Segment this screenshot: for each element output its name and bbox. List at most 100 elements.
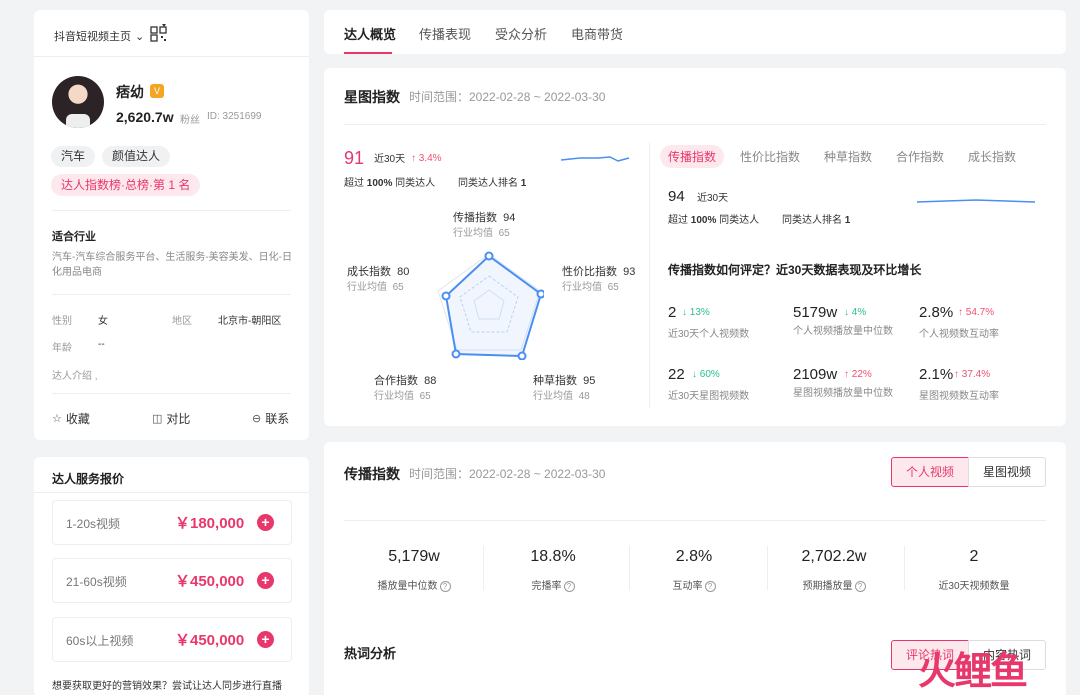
divider — [344, 520, 1046, 521]
spread-index-beat: 超过 100% 同类达人 — [668, 215, 760, 226]
region-label: 地区 — [172, 316, 192, 327]
metric-change: ↑ 54.7% — [958, 307, 995, 318]
radar-label: 性价比指数 93 — [562, 266, 636, 278]
radar-avg: 行业均值 65 — [347, 282, 404, 293]
tab-overview[interactable]: 达人概览 — [344, 24, 396, 43]
rank-tag[interactable]: 达人指数榜·总榜·第 1 名 — [51, 174, 201, 196]
stat-label: 完播率? — [483, 577, 623, 592]
price-row: 21-60s视频 ￥450,000 + — [52, 558, 292, 603]
help-icon[interactable]: ? — [704, 581, 716, 592]
stat-value: 2,702.2w — [801, 548, 867, 565]
vip-badge-icon: V — [150, 84, 164, 98]
pricing-footer-link[interactable]: 想要获取更好的营销效果？尝试让达人同步进行直播 — [52, 677, 282, 692]
radar-avg: 行业均值 65 — [562, 282, 619, 293]
fans-count: 2,620.7w — [116, 109, 174, 125]
chat-icon: ⊖ — [252, 413, 262, 425]
divider — [649, 143, 650, 408]
industry-text: 汽车-汽车综合服务平台、生活服务-美容美发、日化-日化用品电商 — [52, 252, 292, 278]
metric-change: ↑ 22% — [844, 369, 872, 380]
metric-value: 2109w — [793, 366, 838, 383]
add-to-cart-button[interactable]: + — [257, 572, 274, 589]
star-period: 近30天 — [374, 154, 406, 165]
favorite-label: 收藏 — [65, 412, 90, 426]
platform-selector[interactable]: 抖音短视频主页 ⌄ — [54, 28, 144, 44]
tab-ecommerce[interactable]: 电商带货 — [571, 24, 623, 43]
subtab-value-index[interactable]: 性价比指数 — [740, 148, 800, 165]
stat-value: 2 — [969, 548, 979, 565]
stat-label: 预期播放量? — [764, 577, 904, 592]
user-id: ID: 3251699 — [207, 111, 262, 122]
star-beat: 超过 100% 同类达人 — [344, 178, 436, 189]
price-duration: 21-60s视频 — [66, 575, 127, 589]
tab-audience[interactable]: 受众分析 — [495, 24, 547, 43]
subtab-cooperation-index[interactable]: 合作指数 — [896, 148, 944, 165]
metric-value: 2.8% — [919, 304, 954, 321]
stat-value: 18.8% — [530, 548, 576, 565]
price-row: 60s以上视频 ￥450,000 + — [52, 617, 292, 662]
price-duration: 1-20s视频 — [66, 517, 121, 531]
help-icon[interactable]: ? — [854, 581, 866, 592]
star-trend-sparkline — [560, 156, 630, 162]
metric-label: 个人视频数互动率 — [919, 329, 999, 340]
category-tag: 汽车 — [51, 146, 96, 167]
gender-value: 女 — [98, 316, 108, 327]
hotword-title: 热词分析 — [344, 646, 397, 661]
radar-label: 传播指数 94 — [453, 212, 516, 224]
subtab-seeding-index[interactable]: 种草指数 — [824, 148, 872, 165]
active-tab-indicator — [344, 52, 392, 54]
add-to-cart-button[interactable]: + — [257, 631, 274, 648]
subtab-growth-index[interactable]: 成长指数 — [968, 148, 1016, 165]
age-value: -- — [98, 339, 105, 350]
star-score: 91 — [344, 148, 365, 168]
price-value: ￥450,000 — [175, 632, 245, 649]
favorite-button[interactable]: ☆ 收藏 — [52, 410, 90, 427]
contact-label: 联系 — [265, 412, 290, 426]
star-icon: ☆ — [52, 413, 62, 425]
personal-video-toggle[interactable]: 个人视频 — [891, 457, 969, 487]
tab-spread[interactable]: 传播表现 — [419, 24, 471, 43]
divider — [52, 294, 291, 295]
price-duration: 60s以上视频 — [66, 634, 134, 648]
compare-label: 对比 — [166, 412, 191, 426]
price-value: ￥180,000 — [175, 515, 245, 532]
spread-time-range: 时间范围：2022-02-28 ~ 2022-03-30 — [409, 467, 606, 481]
watermark-logo: 火鲤鱼 — [918, 651, 1028, 693]
contact-button[interactable]: ⊖ 联系 — [252, 410, 289, 427]
chevron-down-icon: ⌄ — [135, 30, 145, 43]
star-index-title: 星图指数 — [344, 89, 400, 105]
metric-label: 星图视频播放量中位数 — [793, 388, 893, 399]
star-video-toggle[interactable]: 星图视频 — [968, 457, 1046, 487]
region-value: 北京市-朝阳区 — [218, 316, 282, 327]
evaluation-question: 传播指数如何评定？近30天数据表现及环比增长 — [668, 263, 922, 277]
metric-change: ↓ 60% — [692, 369, 720, 380]
divider — [52, 210, 291, 211]
star-index-card: 星图指数 时间范围：2022-02-28 ~ 2022-03-30 91 近30… — [324, 68, 1066, 426]
compare-button[interactable]: ◫ 对比 — [152, 410, 190, 427]
add-to-cart-button[interactable]: + — [257, 514, 274, 531]
price-row: 1-20s视频 ￥180,000 + — [52, 500, 292, 545]
spread-index-score: 94 — [668, 188, 685, 205]
industry-title: 适合行业 — [52, 231, 96, 243]
radar-label: 种草指数 95 — [533, 375, 596, 387]
star-time-range: 时间范围：2022-02-28 ~ 2022-03-30 — [409, 90, 606, 104]
subtab-spread-index[interactable]: 传播指数 — [660, 145, 725, 168]
metric-label: 近30天个人视频数 — [668, 329, 750, 340]
help-icon[interactable]: ? — [563, 581, 575, 592]
metric-change: ↓ 13% — [682, 307, 710, 318]
divider — [34, 56, 309, 57]
radar-avg: 行业均值 48 — [533, 391, 590, 402]
metric-label: 个人视频播放量中位数 — [793, 326, 893, 337]
spread-trend-sparkline — [916, 199, 1036, 203]
qr-code-icon[interactable] — [150, 24, 168, 42]
avatar — [52, 76, 104, 128]
radar-chart — [437, 251, 544, 360]
divider — [344, 124, 1046, 125]
category-tag: 颜值达人 — [102, 146, 171, 167]
divider — [34, 492, 309, 493]
divider — [52, 393, 291, 394]
metric-value: 2.1% — [919, 366, 954, 383]
platform-label: 抖音短视频主页 — [54, 31, 131, 43]
stat-value: 2.8% — [675, 548, 713, 565]
influencer-name: 痞幼 — [116, 84, 144, 100]
help-icon[interactable]: ? — [439, 581, 451, 592]
